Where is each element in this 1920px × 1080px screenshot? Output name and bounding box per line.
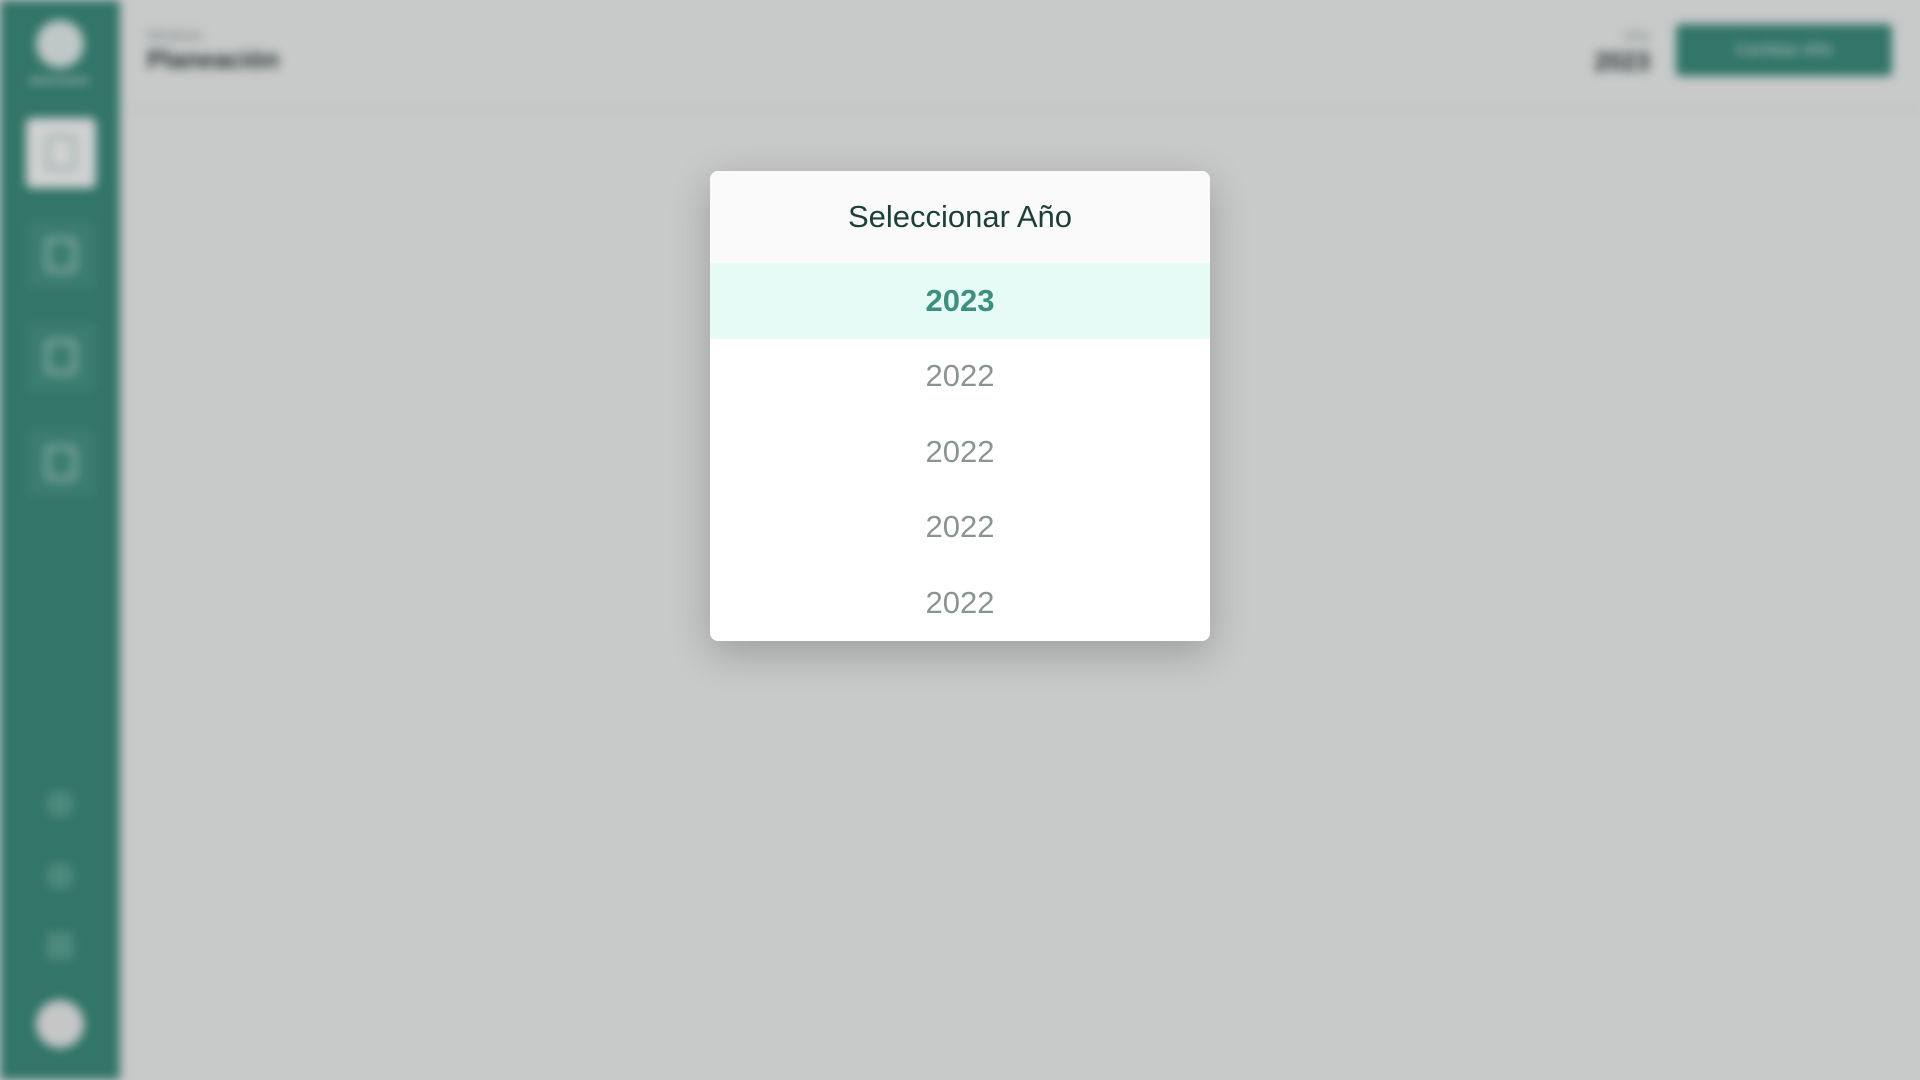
modal-header: Seleccionar Año	[710, 171, 1210, 263]
year-option[interactable]: 2022	[710, 490, 1210, 566]
select-year-modal: Seleccionar Año 2023 2022 2022 2022 2022	[710, 171, 1210, 641]
year-option[interactable]: 2022	[710, 339, 1210, 415]
app-root: BIENVENIDO Módulo Planeación Año 2023 Ca…	[0, 0, 1920, 1080]
year-option[interactable]: 2022	[710, 414, 1210, 490]
year-option[interactable]: 2022	[710, 565, 1210, 641]
year-option-selected[interactable]: 2023	[710, 263, 1210, 339]
modal-title: Seleccionar Año	[847, 199, 1073, 234]
